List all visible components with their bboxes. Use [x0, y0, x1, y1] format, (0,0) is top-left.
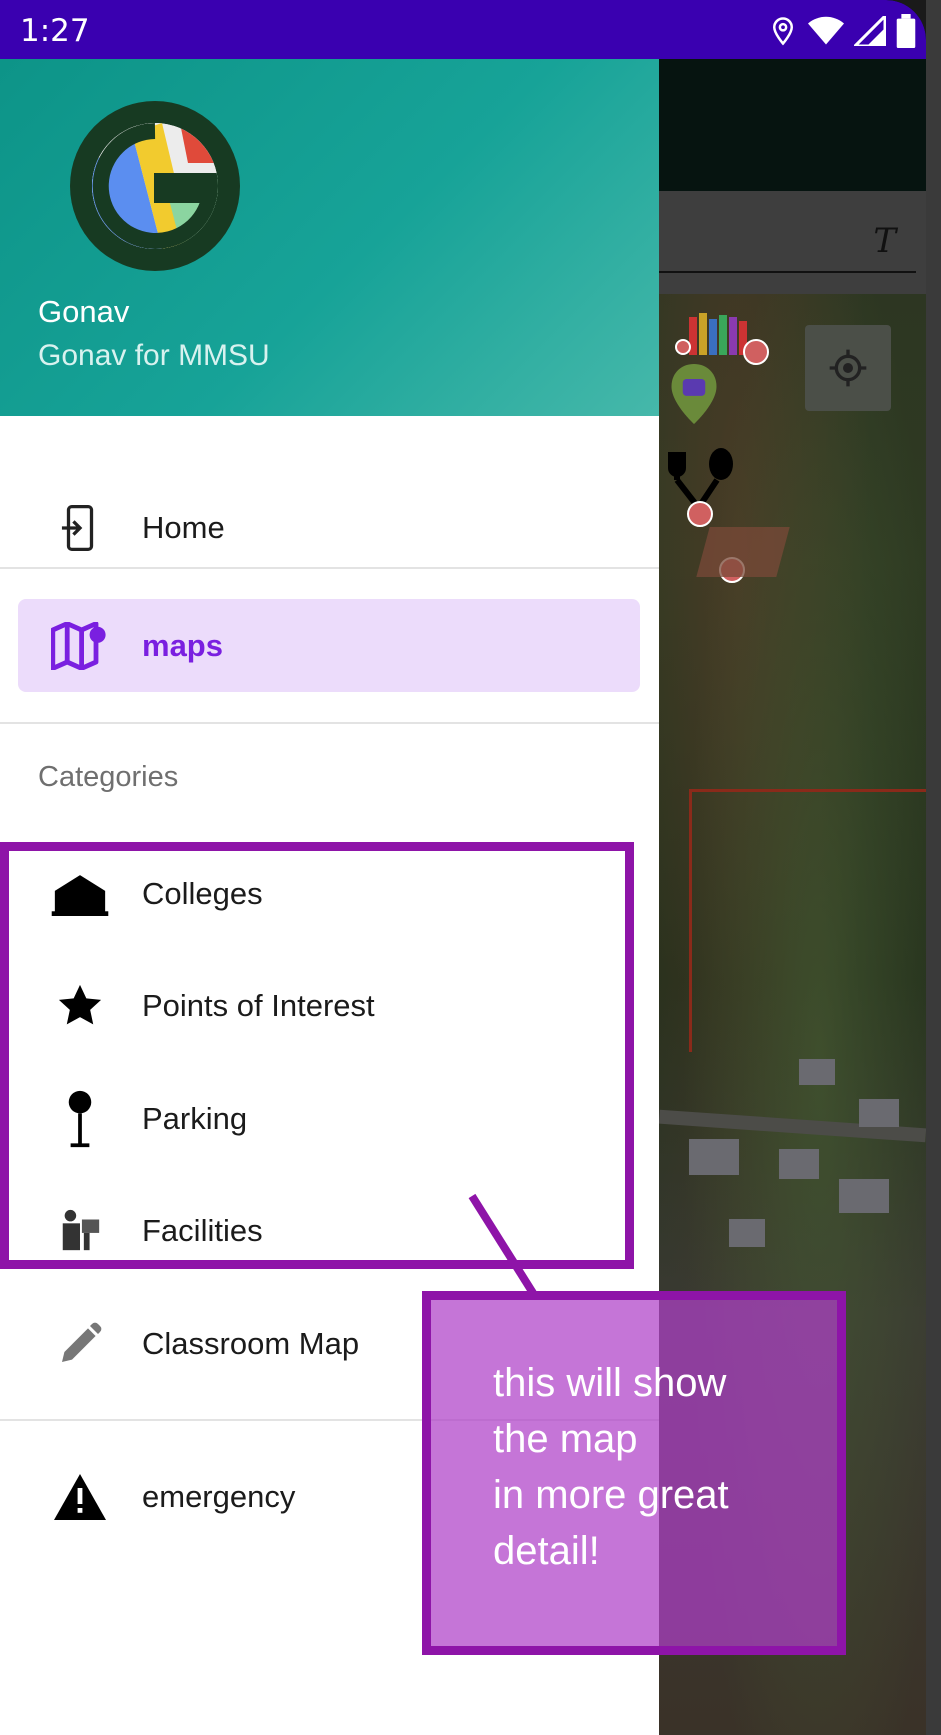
annotation-callout: this will show the map in more great det… — [422, 1291, 846, 1655]
phone-screen: 1:27 T Gonav Gonav for MMSU Home maps Ca… — [0, 0, 926, 1735]
annotation-callout-text: this will show the map in more great det… — [493, 1361, 729, 1573]
device-frame-edge — [926, 0, 941, 1735]
